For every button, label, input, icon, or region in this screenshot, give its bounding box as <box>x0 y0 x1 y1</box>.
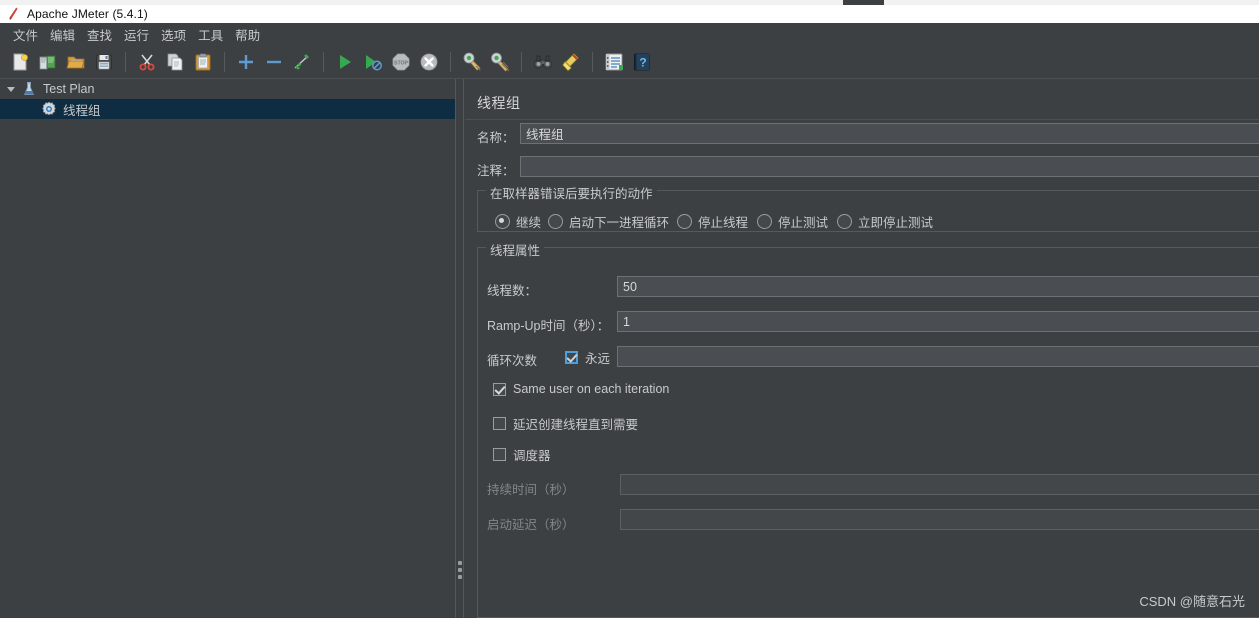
duration-input[interactable] <box>620 474 1259 495</box>
same-user-label: Same user on each iteration <box>513 382 670 396</box>
panel-splitter[interactable] <box>455 79 464 618</box>
toolbar: STOP ? <box>0 45 1259 79</box>
threads-input[interactable] <box>617 276 1259 297</box>
radio-label: 停止线程 <box>698 216 749 230</box>
svg-text:?: ? <box>639 55 646 69</box>
checkbox-mark-icon <box>493 382 506 396</box>
clear-broom-icon[interactable] <box>459 49 485 75</box>
tree-node-test-plan[interactable]: Test Plan <box>0 79 455 99</box>
name-input[interactable] <box>520 123 1259 144</box>
tree-node-thread-group[interactable]: 线程组 <box>0 99 455 119</box>
comment-label: 注释： <box>477 164 515 178</box>
radio-start-next-loop[interactable]: 启动下一进程循环 <box>548 212 669 231</box>
delay-thread-creation-label: 延迟创建线程直到需要 <box>513 418 639 432</box>
radio-mark-icon <box>837 214 852 229</box>
title-divider <box>465 119 1259 120</box>
plus-expand-icon[interactable] <box>233 49 259 75</box>
test-plan-icon <box>20 80 38 98</box>
menu-options[interactable]: 选项 <box>155 23 192 46</box>
delay-thread-creation-checkbox[interactable]: 延迟创建线程直到需要 <box>493 414 638 433</box>
radio-label: 继续 <box>516 216 542 230</box>
paste-clipboard-icon[interactable] <box>190 49 216 75</box>
copy-pages-icon[interactable] <box>162 49 188 75</box>
thread-properties-group-label: 线程属性 <box>486 240 545 259</box>
start-no-pauses-icon[interactable] <box>360 49 386 75</box>
menu-search[interactable]: 查找 <box>81 23 118 46</box>
same-user-checkbox[interactable]: Same user on each iteration <box>493 382 669 396</box>
jmeter-feather-icon <box>7 7 20 21</box>
radio-mark-icon <box>677 214 692 229</box>
stop-sign-icon[interactable]: STOP <box>388 49 414 75</box>
help-book-icon[interactable]: ? <box>629 49 655 75</box>
thread-group-config-panel: 线程组 名称： 注释： 在取样器错误后要执行的动作 继续 启动下一进程循环 停止… <box>465 79 1259 618</box>
radio-stop-test[interactable]: 停止测试 <box>757 212 828 231</box>
rampup-label: Ramp-Up时间（秒）： <box>487 319 610 333</box>
toolbar-separator <box>450 51 451 72</box>
startup-delay-label: 启动延迟（秒） <box>487 518 575 532</box>
name-label: 名称： <box>477 131 515 145</box>
radio-label: 停止测试 <box>778 216 829 230</box>
search-binoculars-icon[interactable] <box>530 49 556 75</box>
new-document-icon[interactable] <box>7 49 33 75</box>
chevron-down-icon[interactable] <box>2 86 20 92</box>
radio-mark-icon <box>548 214 563 229</box>
threads-label: 线程数： <box>487 284 538 298</box>
toolbar-separator <box>224 51 225 72</box>
error-action-group-label: 在取样器错误后要执行的动作 <box>486 183 657 202</box>
menu-edit[interactable]: 编辑 <box>44 23 81 46</box>
open-folder-icon[interactable] <box>63 49 89 75</box>
duration-label: 持续时间（秒） <box>487 483 575 497</box>
minus-collapse-icon[interactable] <box>261 49 287 75</box>
toolbar-separator <box>323 51 324 72</box>
page-title: 线程组 <box>477 95 521 111</box>
loop-count-label: 循环次数 <box>487 354 538 368</box>
open-templates-icon[interactable] <box>35 49 61 75</box>
scheduler-checkbox[interactable]: 调度器 <box>493 445 551 464</box>
menu-help[interactable]: 帮助 <box>229 23 266 46</box>
toolbar-separator <box>521 51 522 72</box>
clear-all-broom-icon[interactable] <box>487 49 513 75</box>
radio-stop-test-now[interactable]: 立即停止测试 <box>837 212 933 231</box>
radio-stop-thread[interactable]: 停止线程 <box>677 212 748 231</box>
radio-mark-icon <box>757 214 772 229</box>
menu-run[interactable]: 运行 <box>118 23 155 46</box>
menu-file[interactable]: 文件 <box>7 23 44 46</box>
menu-bar: 文件 编辑 查找 运行 选项 工具 帮助 <box>0 23 1259 45</box>
toggle-enable-icon[interactable] <box>289 49 315 75</box>
test-plan-tree[interactable]: Test Plan 线程组 <box>0 79 455 618</box>
start-play-icon[interactable] <box>332 49 358 75</box>
radio-label: 启动下一进程循环 <box>569 216 670 230</box>
svg-text:STOP: STOP <box>394 60 409 66</box>
checkbox-mark-icon <box>493 448 506 461</box>
function-helper-icon[interactable] <box>601 49 627 75</box>
window-title: Apache JMeter (5.4.1) <box>27 7 148 21</box>
tree-node-label: Test Plan <box>43 82 95 96</box>
tree-node-label: 线程组 <box>63 103 101 118</box>
loop-count-input[interactable] <box>617 346 1259 367</box>
splitter-grip-dots[interactable] <box>457 558 462 582</box>
toolbar-separator <box>125 51 126 72</box>
comment-input[interactable] <box>520 156 1259 177</box>
jmeter-window: Apache JMeter (5.4.1) 文件 编辑 查找 运行 选项 工具 … <box>0 0 1259 618</box>
radio-continue[interactable]: 继续 <box>495 212 541 231</box>
loop-forever-label: 永远 <box>585 352 611 366</box>
cut-scissors-icon[interactable] <box>134 49 160 75</box>
thread-group-gear-icon <box>40 100 58 118</box>
shutdown-x-icon[interactable] <box>416 49 442 75</box>
radio-mark-icon <box>495 214 510 229</box>
checkbox-mark-icon <box>565 351 578 364</box>
scheduler-label: 调度器 <box>513 449 551 463</box>
toolbar-separator <box>592 51 593 72</box>
title-bar: Apache JMeter (5.4.1) <box>0 5 1259 23</box>
checkbox-mark-icon <box>493 417 506 430</box>
loop-forever-checkbox[interactable]: 永远 <box>565 348 610 367</box>
reset-search-broom-icon[interactable] <box>558 49 584 75</box>
menu-tools[interactable]: 工具 <box>192 23 229 46</box>
watermark: CSDN @随意石光 <box>1139 594 1245 609</box>
startup-delay-input[interactable] <box>620 509 1259 530</box>
rampup-input[interactable] <box>617 311 1259 332</box>
radio-label: 立即停止测试 <box>858 216 934 230</box>
save-floppy-icon[interactable] <box>91 49 117 75</box>
